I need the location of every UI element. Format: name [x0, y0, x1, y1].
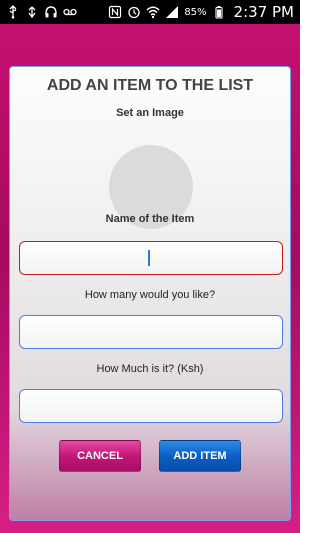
quantity-input[interactable] [19, 315, 283, 349]
cancel-button[interactable]: CANCEL [59, 440, 141, 472]
sync-icon [25, 5, 39, 19]
status-bar: 85% 2:37 PM [0, 0, 300, 24]
dialog-title: ADD AN ITEM TO THE LIST [46, 77, 254, 94]
price-input[interactable] [19, 389, 283, 423]
item-name-input[interactable] [19, 241, 283, 275]
status-bar-right: 85% 2:37 PM [108, 3, 294, 21]
status-bar-left [6, 5, 77, 19]
battery-icon [212, 5, 226, 19]
price-label: How Much is it? (Ksh) [96, 363, 204, 375]
text-cursor [148, 250, 150, 266]
signal-icon [165, 5, 179, 19]
alarm-icon [127, 5, 141, 19]
nfc-icon [108, 5, 122, 19]
set-image-label: Set an Image [116, 107, 184, 119]
add-item-button[interactable]: ADD ITEM [159, 440, 241, 472]
status-bar-clock: 2:37 PM [233, 3, 294, 21]
app-background: ADD AN ITEM TO THE LIST Set an Image Nam… [0, 24, 300, 533]
usb-icon [6, 5, 20, 19]
wifi-icon [146, 5, 160, 19]
item-name-label: Name of the Item [105, 213, 195, 225]
quantity-label: How many would you like? [84, 289, 216, 301]
voicemail-icon [63, 5, 77, 19]
headset-icon [44, 5, 58, 19]
battery-percentage: 85% [184, 6, 207, 18]
add-item-dialog: ADD AN ITEM TO THE LIST Set an Image Nam… [9, 66, 291, 521]
